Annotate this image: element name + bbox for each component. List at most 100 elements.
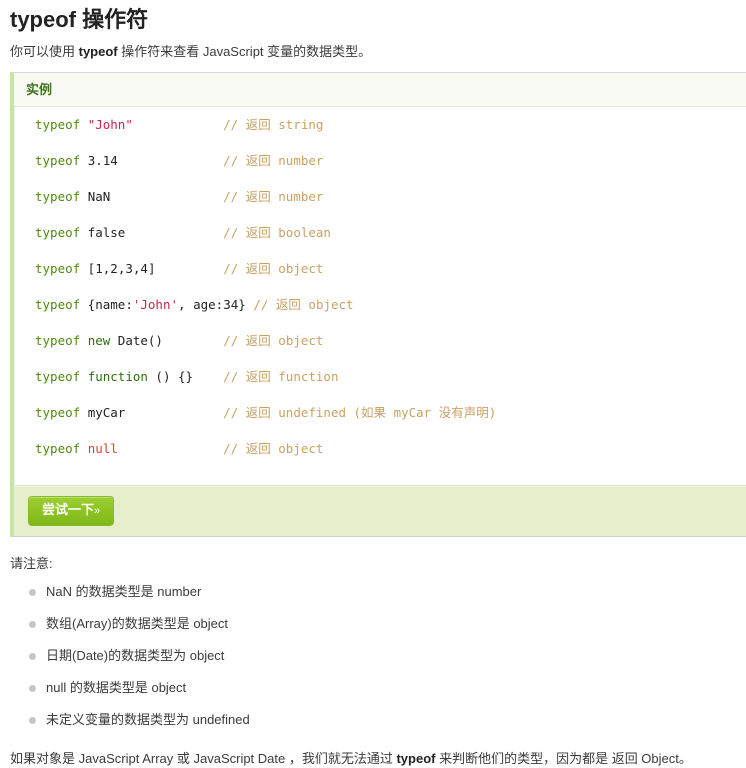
notes-list: NaN 的数据类型是 number 数组(Array)的数据类型是 object 日… [0,573,746,729]
code-line: typeof "John" // 返回 string [35,116,746,134]
code-token-plain: 34 [223,297,239,312]
closing-paragraph: 如果对象是 JavaScript Array 或 JavaScript Date… [0,729,746,768]
code-token-comment: // 返回 string [223,117,324,132]
code-area: typeof "John" // 返回 string typeof 3.14 /… [14,107,746,486]
example-header-label: 实例 [26,82,53,97]
intro-keyword: typeof [78,44,118,59]
bullet-icon [29,621,36,628]
code-line: typeof {name:'John', age:34} // 返回 objec… [35,296,746,314]
note-item: 日期(Date)的数据类型为 object [29,647,746,679]
example-box: 实例 typeof "John" // 返回 string typeof 3.1… [10,72,746,537]
code-line: typeof false // 返回 boolean [35,224,746,242]
code-line: typeof new Date() // 返回 object [35,332,746,350]
bullet-icon [29,653,36,660]
code-token-plain: ] [147,261,156,276]
code-token-typeof: typeof [35,405,81,420]
code-token-typeof: typeof [35,153,81,168]
code-line: typeof null // 返回 object [35,440,746,458]
code-token-plain: age [193,297,216,312]
note-item-label: NaN 的数据类型是 number [46,584,202,599]
closing-text-before: 如果对象是 JavaScript Array 或 JavaScript Date… [10,751,397,766]
code-token-plain: : [125,297,133,312]
code-token-plain: () {} [147,369,194,384]
code-token-typeof: typeof [35,117,81,132]
code-gap [133,116,223,134]
notes-title: 请注意: [10,556,53,571]
code-token-typeof: typeof [35,333,81,348]
note-item-label: 数组(Array)的数据类型是 object [46,616,229,631]
code-line: typeof NaN // 返回 number [35,188,746,206]
page-title: typeof 操作符 [10,7,149,32]
note-item: NaN 的数据类型是 number [29,583,746,615]
code-token-string: "John" [87,117,133,132]
code-gap [118,440,223,458]
note-item-label: 未定义变量的数据类型为 undefined [46,712,250,727]
note-item: 数组(Array)的数据类型是 object [29,615,746,647]
intro-text-after: 操作符来查看 JavaScript 变量的数据类型。 [117,44,372,59]
code-token-plain: name [95,297,126,312]
try-it-arrow: » [94,505,101,517]
code-token-typeof: typeof [35,369,81,384]
code-token-typeof: typeof [35,261,81,276]
code-block: typeof "John" // 返回 string typeof 3.14 /… [14,107,746,485]
code-gap [163,332,223,350]
code-token-comment: // 返回 number [223,189,324,204]
code-token-comment: // 返回 undefined (如果 myCar 没有声明) [223,405,497,420]
code-token-comment: // 返回 boolean [223,225,331,240]
code-gap [125,404,223,422]
article-page: typeof 操作符 你可以使用 typeof 操作符来查看 JavaScrip… [0,0,746,766]
code-token-comment: // 返回 object [253,297,354,312]
code-token-comment: // 返回 number [223,153,324,168]
code-token-comment: // 返回 object [223,333,324,348]
bullet-icon [29,685,36,692]
code-gap [193,368,223,386]
code-token-plain: 2 [110,261,118,276]
code-token-comment: // 返回 object [223,261,324,276]
code-token-plain: 4 [140,261,148,276]
intro-paragraph: 你可以使用 typeof 操作符来查看 JavaScript 变量的数据类型。 [0,34,746,61]
code-token-typeof: typeof [35,441,81,456]
note-item-label: null 的数据类型是 object [46,680,187,695]
code-token-plain: , [178,297,194,312]
code-token-plain: () [147,333,163,348]
code-token-plain: 3 [125,261,133,276]
bullet-icon [29,589,36,596]
code-token-plain: myCar [87,405,126,420]
code-token-plain: 14 [102,153,118,168]
code-token-plain: } [238,297,246,312]
code-token-plain: Date [117,333,148,348]
closing-text-after: 来判断他们的类型，因为都是 返回 Object。 [435,751,692,766]
code-gap [118,152,223,170]
code-line: typeof function () {} // 返回 function [35,368,746,386]
note-item: null 的数据类型是 object [29,679,746,711]
code-gap [110,188,223,206]
code-token-plain: . [95,153,103,168]
note-item: 未定义变量的数据类型为 undefined [29,711,746,729]
code-token-plain: [ [80,261,96,276]
closing-keyword: typeof [396,751,436,766]
code-token-typeof: typeof [35,225,81,240]
code-token-typeof: typeof [35,189,81,204]
code-token-plain: 1 [95,261,103,276]
code-token-keyword: new [87,333,111,348]
code-token-plain: false [87,225,126,240]
example-footer: 尝试一下» [14,486,746,536]
code-token-null: null [87,441,118,456]
code-gap [155,260,223,278]
code-token-comment: // 返回 function [223,369,339,384]
code-token-plain: { [80,297,96,312]
code-line: typeof 3.14 // 返回 number [35,152,746,170]
code-line: typeof myCar // 返回 undefined (如果 myCar 没… [35,404,746,422]
code-token-keyword: function [87,369,148,384]
bullet-icon [29,717,36,724]
intro-text-before: 你可以使用 [10,44,79,59]
try-it-button[interactable]: 尝试一下» [28,496,115,526]
